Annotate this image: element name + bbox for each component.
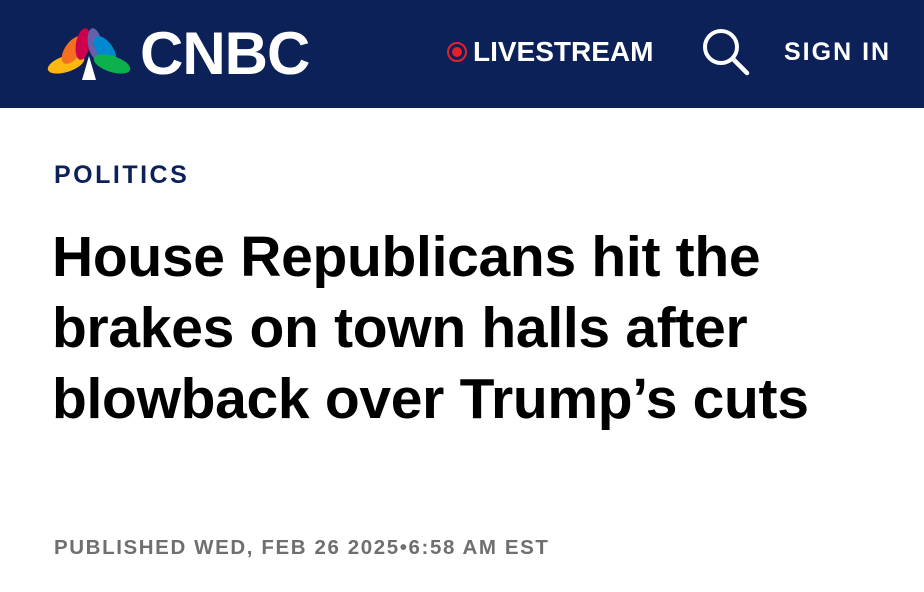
brand-name: CNBC (140, 20, 310, 87)
livestream-button[interactable]: LIVESTREAM (447, 34, 653, 70)
category-link[interactable]: POLITICS (54, 161, 189, 190)
search-icon[interactable] (700, 26, 752, 78)
site-header: CNBC LIVESTREAM SIGN IN (0, 0, 924, 108)
article-headline: House Republicans hit the brakes on town… (52, 225, 809, 431)
live-dot-center (452, 47, 462, 57)
publish-timestamp: PUBLISHED WED, FEB 26 2025•6:58 AM EST (54, 536, 550, 559)
live-dot-icon (447, 42, 467, 62)
cnbc-logo[interactable]: CNBC (46, 20, 310, 87)
peacock-icon (47, 28, 131, 80)
sign-in-button[interactable]: SIGN IN (784, 34, 891, 70)
livestream-label: LIVESTREAM (473, 36, 654, 67)
search-icon-graphic (703, 29, 750, 76)
